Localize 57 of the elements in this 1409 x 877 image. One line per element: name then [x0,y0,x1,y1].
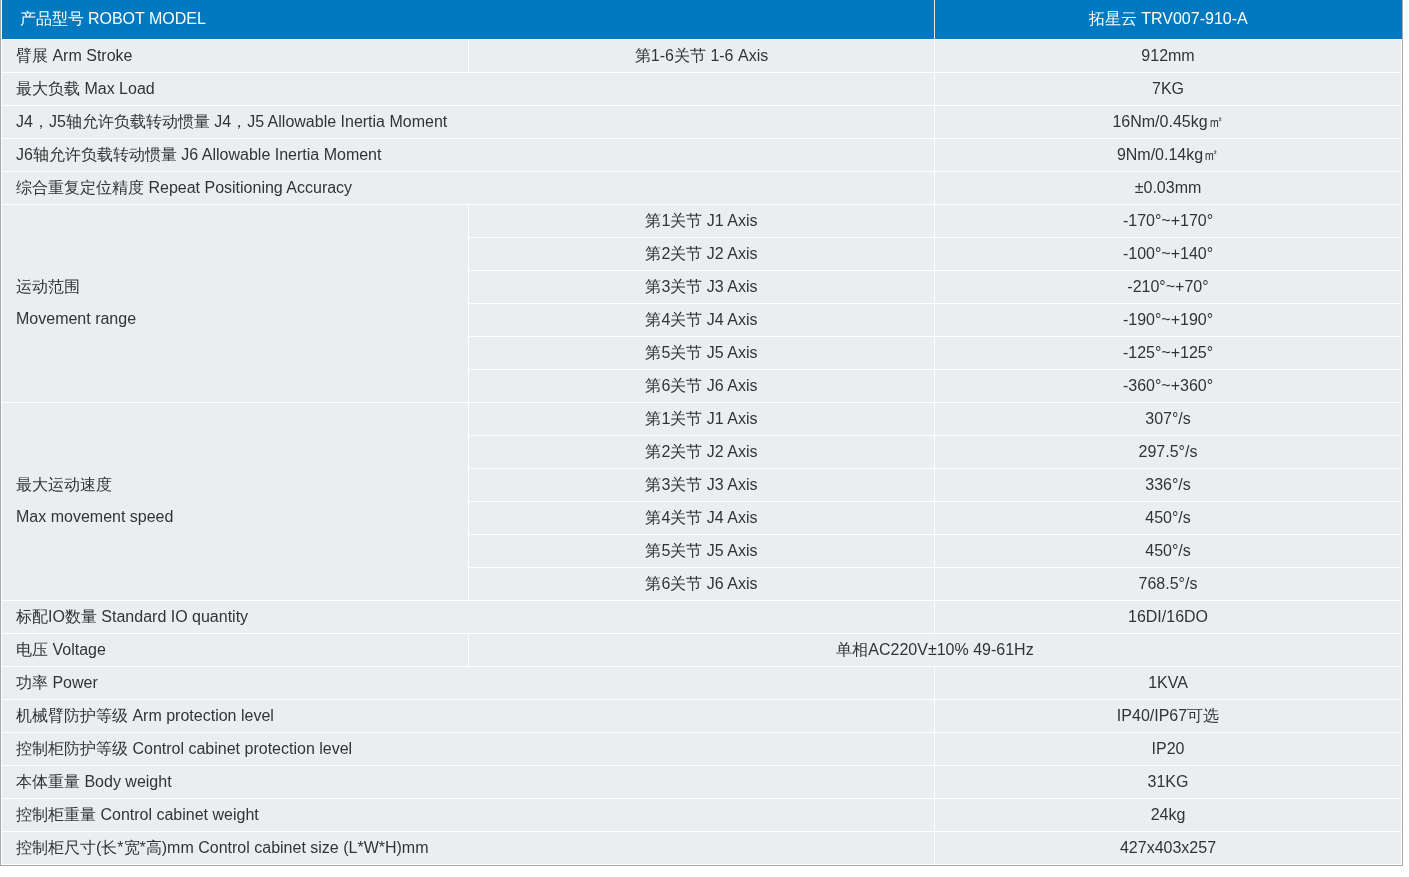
value-cell: 297.5°/s [934,435,1402,468]
value-cell: 7KG [934,72,1402,105]
label-cell: 标配IO数量 Standard IO quantity [1,600,935,633]
axis-cell: 第5关节 J5 Axis [468,534,935,567]
label-text: Movement range [16,309,138,329]
value-cell: -360°~+360° [934,369,1402,402]
label-text: 运动范围 [16,277,81,297]
label-cell: 本体重量 Body weight [1,765,935,798]
value-cell: 9Nm/0.14kg㎡ [934,138,1402,171]
axis-cell: 第6关节 J6 Axis [468,369,935,402]
label-cell: 臂展 Arm Stroke [1,39,469,72]
axis-cell: 第5关节 J5 Axis [468,336,935,369]
value-cell: IP20 [934,732,1402,765]
axis-cell: 第2关节 J2 Axis [468,237,935,270]
value-cell: 31KG [934,765,1402,798]
label-cell: 功率 Power [1,666,935,699]
value-cell: 768.5°/s [934,567,1402,600]
label-cell: 电压 Voltage [1,633,469,666]
value-cell: 16DI/16DO [934,600,1402,633]
axis-cell: 第1关节 J1 Axis [468,402,935,435]
value-cell: 336°/s [934,468,1402,501]
label-cell: 机械臂防护等级 Arm protection level [1,699,935,732]
value-cell: ±0.03mm [934,171,1402,204]
value-cell: 450°/s [934,534,1402,567]
value-cell: -100°~+140° [934,237,1402,270]
axis-cell: 第4关节 J4 Axis [468,501,935,534]
label-cell: 控制柜防护等级 Control cabinet protection level [1,732,935,765]
value-cell: 427x403x257 [934,831,1402,864]
value-cell: -170°~+170° [934,204,1402,237]
value-cell: 307°/s [934,402,1402,435]
value-cell: 1KVA [934,666,1402,699]
label-cell: 最大负载 Max Load [1,72,935,105]
value-cell: -125°~+125° [934,336,1402,369]
value-cell: 单相AC220V±10% 49-61Hz [468,633,1402,666]
value-cell: 450°/s [934,501,1402,534]
axis-cell: 第3关节 J3 Axis [468,270,935,303]
header-cell: 拓星云 TRV007-910-A [934,0,1402,39]
value-cell: 16Nm/0.45kg㎡ [934,105,1402,138]
axis-cell: 第1关节 J1 Axis [468,204,935,237]
value-cell: 24kg [934,798,1402,831]
axis-cell: 第3关节 J3 Axis [468,468,935,501]
value-cell: 912mm [934,39,1402,72]
value-cell: -210°~+70° [934,270,1402,303]
label-cell: 综合重复定位精度 Repeat Positioning Accuracy [1,171,935,204]
label-cell: 控制柜尺寸(长*宽*高)mm Control cabinet size (L*W*H)mm [1,831,935,864]
label-cell: J4，J5轴允许负载转动惯量 J4，J5 Allowable Inertia Moment [1,105,935,138]
axis-cell: 第4关节 J4 Axis [468,303,935,336]
axis-cell: 第6关节 J6 Axis [468,567,935,600]
axis-cell: 第2关节 J2 Axis [468,435,935,468]
label-cell: 控制柜重量 Control cabinet weight [1,798,935,831]
label-text: 最大运动速度 [16,475,113,495]
axis-cell: 第1-6关节 1-6 Axis [468,39,935,72]
label-text: Max movement speed [16,507,175,527]
header-cell: 产品型号 ROBOT MODEL [1,0,935,39]
label-cell: J6轴允许负载转动惯量 J6 Allowable Inertia Moment [1,138,935,171]
value-cell: -190°~+190° [934,303,1402,336]
value-cell: IP40/IP67可选 [934,699,1402,732]
